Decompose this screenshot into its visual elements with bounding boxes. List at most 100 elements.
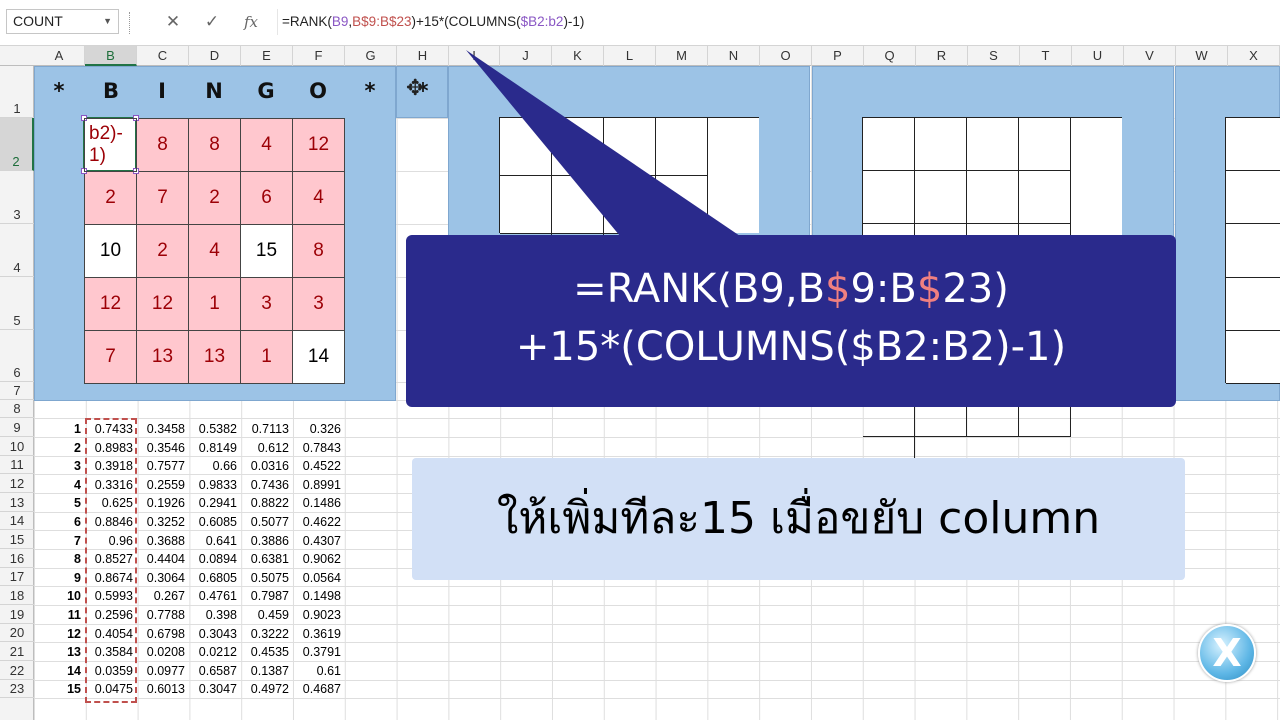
column-header[interactable]: C (137, 46, 189, 66)
empty-cell[interactable] (552, 118, 604, 176)
bingo-cell[interactable]: 7 (136, 171, 189, 225)
random-value[interactable]: 0.326 (283, 422, 341, 436)
random-value[interactable]: 0.7843 (283, 441, 341, 455)
row-index[interactable]: 12 (23, 627, 81, 641)
random-value[interactable]: 0.4687 (283, 682, 341, 696)
empty-cell[interactable] (552, 176, 604, 234)
column-header[interactable]: F (293, 46, 345, 66)
empty-cell[interactable] (1226, 118, 1280, 172)
random-value[interactable]: 0.3047 (179, 682, 237, 696)
random-value[interactable]: 0.8991 (283, 478, 341, 492)
column-header[interactable]: N (708, 46, 760, 66)
random-value[interactable]: 0.7436 (231, 478, 289, 492)
empty-cell[interactable] (1019, 118, 1071, 172)
row-index[interactable]: 5 (23, 496, 81, 510)
row-header[interactable]: 8 (0, 400, 34, 418)
random-value[interactable]: 0.4761 (179, 589, 237, 603)
empty-cell[interactable] (1226, 278, 1280, 331)
random-value[interactable]: 0.9062 (283, 552, 341, 566)
row-header[interactable]: 5 (0, 277, 34, 330)
bingo-cell[interactable]: 15 (240, 224, 293, 278)
bingo-cell[interactable]: 8 (292, 224, 345, 278)
random-value[interactable]: 0.66 (179, 459, 237, 473)
random-value[interactable]: 0.4972 (231, 682, 289, 696)
row-index[interactable]: 11 (23, 608, 81, 622)
random-value[interactable]: 0.5075 (231, 571, 289, 585)
random-value[interactable]: 0.6587 (179, 664, 237, 678)
random-value[interactable]: 0.6085 (179, 515, 237, 529)
column-header[interactable]: H (397, 46, 449, 66)
bingo-cell[interactable]: 1 (240, 330, 293, 384)
check-icon[interactable]: ✓ (202, 12, 222, 32)
empty-cell[interactable] (656, 176, 708, 234)
column-header[interactable]: U (1072, 46, 1124, 66)
bingo-cell[interactable]: 12 (292, 118, 345, 172)
random-value[interactable]: 0.7987 (231, 589, 289, 603)
row-index[interactable]: 10 (23, 589, 81, 603)
row-index[interactable]: 2 (23, 441, 81, 455)
row-index[interactable]: 1 (23, 422, 81, 436)
random-value[interactable]: 0.61 (283, 664, 341, 678)
column-header[interactable]: R (916, 46, 968, 66)
bingo-cell[interactable]: 4 (188, 224, 241, 278)
random-value[interactable]: 0.3043 (179, 627, 237, 641)
random-value[interactable]: 0.4622 (283, 515, 341, 529)
random-value[interactable]: 0.459 (231, 608, 289, 622)
column-header[interactable]: E (241, 46, 293, 66)
random-value[interactable]: 0.5077 (231, 515, 289, 529)
random-value[interactable]: 0.9023 (283, 608, 341, 622)
empty-cell[interactable] (1226, 224, 1280, 278)
function-icon[interactable]: fx (241, 12, 261, 32)
empty-cell[interactable] (500, 118, 552, 176)
column-header[interactable]: M (656, 46, 708, 66)
column-header[interactable]: J (500, 46, 552, 66)
bingo-cell[interactable]: 8 (188, 118, 241, 172)
row-index[interactable]: 4 (23, 478, 81, 492)
empty-cell[interactable] (1019, 171, 1071, 225)
random-value[interactable]: 0.612 (231, 441, 289, 455)
random-value[interactable]: 0.1498 (283, 589, 341, 603)
empty-cell[interactable] (967, 118, 1019, 172)
random-value[interactable]: 0.398 (179, 608, 237, 622)
column-header[interactable]: P (812, 46, 864, 66)
row-index[interactable]: 6 (23, 515, 81, 529)
random-value[interactable]: 0.0212 (179, 645, 237, 659)
row-header[interactable]: 3 (0, 171, 34, 224)
bingo-cell[interactable]: 1 (188, 277, 241, 331)
row-index[interactable]: 13 (23, 645, 81, 659)
random-value[interactable]: 0.0564 (283, 571, 341, 585)
row-header[interactable]: 6 (0, 330, 34, 382)
random-value[interactable]: 0.8149 (179, 441, 237, 455)
column-header[interactable]: T (1020, 46, 1072, 66)
bingo-cell[interactable]: 2 (136, 224, 189, 278)
empty-cell[interactable] (863, 171, 915, 225)
bingo-cell[interactable]: 6 (240, 171, 293, 225)
row-header[interactable]: 1 (0, 66, 34, 118)
row-header[interactable]: 7 (0, 382, 34, 400)
bingo-cell[interactable]: 4 (292, 171, 345, 225)
column-header[interactable]: Q (864, 46, 916, 66)
row-index[interactable]: 8 (23, 552, 81, 566)
formula-input[interactable]: =RANK(B9,B$9:B$23)+15*(COLUMNS($B2:b2)-1… (277, 9, 1280, 35)
empty-cell[interactable] (915, 171, 967, 225)
row-header[interactable]: 2 (0, 118, 34, 171)
bingo-cell[interactable]: 12 (84, 277, 137, 331)
random-value[interactable]: 0.4535 (231, 645, 289, 659)
bingo-cell[interactable]: 7 (84, 330, 137, 384)
column-header[interactable]: G (345, 46, 397, 66)
column-header[interactable]: I (449, 46, 500, 66)
empty-cell[interactable] (500, 176, 552, 234)
bingo-cell[interactable]: b2)- 1) (84, 118, 137, 172)
column-header[interactable]: K (552, 46, 604, 66)
column-header[interactable]: X (1228, 46, 1280, 66)
chevron-down-icon[interactable]: ▼ (103, 10, 112, 33)
row-index[interactable]: 7 (23, 534, 81, 548)
bingo-cell[interactable]: 3 (240, 277, 293, 331)
bingo-cell[interactable]: 2 (84, 171, 137, 225)
column-header[interactable]: A (34, 46, 85, 66)
bingo-cell[interactable]: 13 (136, 330, 189, 384)
empty-cell[interactable] (863, 118, 915, 172)
column-header[interactable]: W (1176, 46, 1228, 66)
name-box[interactable]: COUNT ▼ (6, 9, 119, 34)
random-value[interactable]: 0.9833 (179, 478, 237, 492)
